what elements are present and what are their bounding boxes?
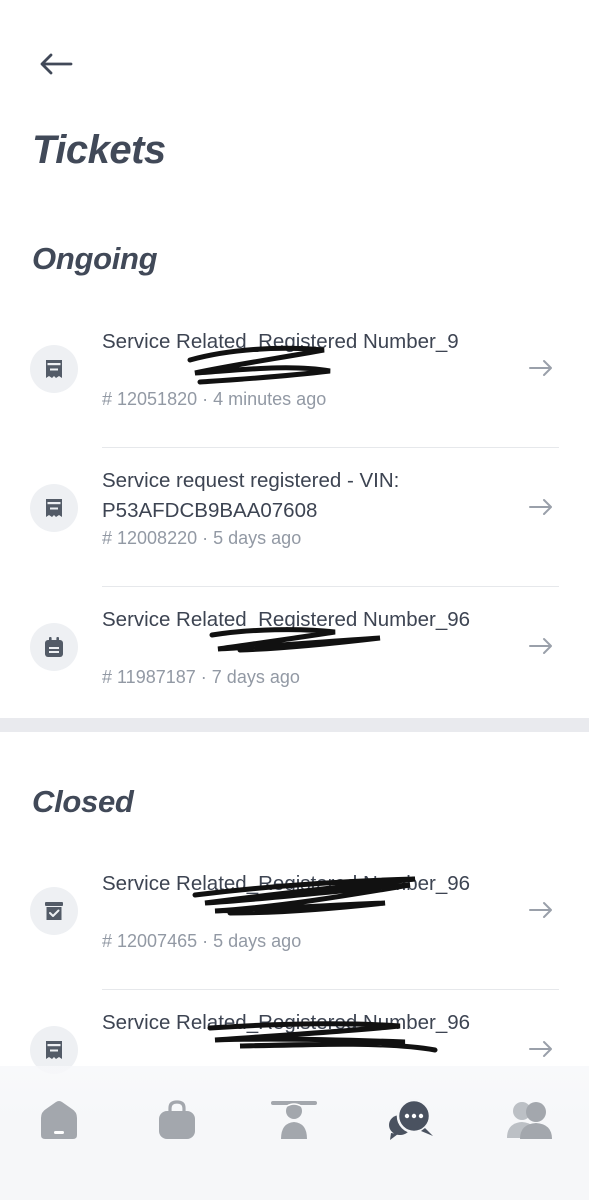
calendar-icon bbox=[30, 623, 78, 671]
arrow-right-icon bbox=[529, 360, 552, 376]
bottom-nav bbox=[0, 1066, 589, 1200]
section-title-ongoing: Ongoing bbox=[32, 241, 158, 276]
meta-separator: · bbox=[202, 528, 209, 548]
ticket-age: 5 days ago bbox=[213, 528, 302, 548]
ticket-age: 4 minutes ago bbox=[213, 389, 327, 409]
ticket-title: Service Related_Registered Number_96 bbox=[102, 1011, 471, 1034]
chat-icon bbox=[389, 1098, 434, 1140]
ticket-title: Service Related_Registered Number_96 bbox=[102, 872, 471, 895]
back-button[interactable] bbox=[32, 44, 80, 84]
profile-icon bbox=[507, 1102, 553, 1139]
rider-icon bbox=[271, 1101, 318, 1139]
home-icon bbox=[40, 1101, 77, 1139]
ticket-row[interactable]: Service request registered - VIN: P53AFD… bbox=[0, 448, 589, 587]
ticket-title: Service Related_Registered Number_9 bbox=[102, 330, 459, 353]
section-title-closed: Closed bbox=[32, 784, 134, 819]
bag-icon bbox=[158, 1100, 195, 1139]
page-title: Tickets bbox=[32, 128, 166, 172]
nav-rides[interactable] bbox=[254, 1090, 334, 1150]
arrow-right-icon bbox=[529, 499, 552, 515]
ticket-age: 5 days ago bbox=[213, 931, 302, 951]
arrow-right-icon bbox=[529, 902, 552, 918]
arrow-right-icon bbox=[529, 1041, 552, 1057]
ticket-row[interactable]: Service Related_Registered Number_9 # 12… bbox=[0, 309, 589, 448]
meta-separator: · bbox=[202, 931, 209, 951]
ticket-row[interactable]: Service Related_Registered Number_96 # 1… bbox=[0, 851, 589, 990]
arrow-right-icon bbox=[529, 638, 552, 654]
receipt-icon bbox=[30, 345, 78, 393]
ticket-number: # 12051820 bbox=[102, 389, 198, 409]
ticket-age: 7 days ago bbox=[211, 667, 300, 687]
meta-separator: · bbox=[202, 389, 209, 409]
ticket-title: Service request registered - VIN: P53AFD… bbox=[102, 469, 400, 522]
receipt-icon bbox=[30, 484, 78, 532]
nav-profile[interactable] bbox=[490, 1090, 570, 1150]
ticket-title: Service Related_Registered Number_96 bbox=[102, 608, 471, 631]
ticket-number: # 11987187 bbox=[102, 667, 196, 687]
ticket-meta: # 12008220 · 5 days ago bbox=[102, 528, 301, 549]
ticket-number: # 12008220 bbox=[102, 528, 198, 548]
section-separator bbox=[0, 718, 589, 732]
nav-shop[interactable] bbox=[137, 1090, 217, 1150]
nav-support[interactable] bbox=[372, 1090, 452, 1150]
ticket-meta: # 12051820 · 4 minutes ago bbox=[102, 389, 326, 410]
arrow-left-icon bbox=[40, 53, 73, 75]
ticket-meta: # 12007465 · 5 days ago bbox=[102, 931, 301, 952]
receipt-check-icon bbox=[30, 887, 78, 935]
nav-home[interactable] bbox=[19, 1090, 99, 1150]
ticket-number: # 12007465 bbox=[102, 931, 198, 951]
ticket-row[interactable]: Service Related_Registered Number_96 # 1… bbox=[0, 587, 589, 726]
meta-separator: · bbox=[200, 667, 207, 687]
ticket-meta: # 11987187 · 7 days ago bbox=[102, 667, 300, 688]
